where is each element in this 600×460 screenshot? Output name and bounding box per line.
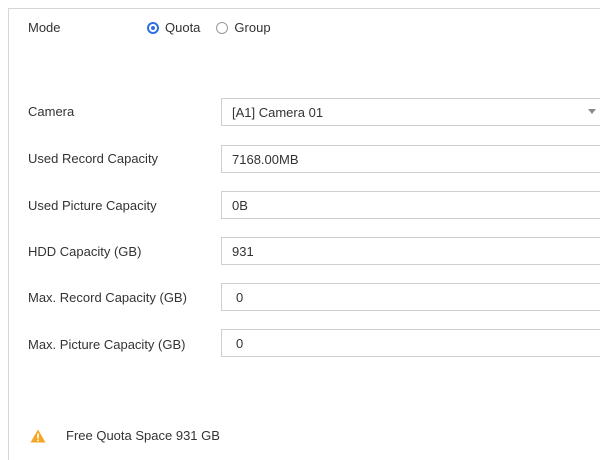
free-quota-notice: Free Quota Space 931 GB [30,428,220,443]
used-record-value: 7168.00MB [232,151,299,167]
used-record-field: 7168.00MB [221,145,600,173]
max-record-value: 0 [236,289,244,305]
used-picture-label: Used Picture Capacity [28,198,157,213]
used-picture-field: 0B [221,191,600,219]
chevron-down-icon [588,109,596,114]
max-record-label: Max. Record Capacity (GB) [28,290,187,305]
hdd-capacity-label: HDD Capacity (GB) [28,244,142,259]
warning-icon [30,429,46,442]
radio-checked-icon [147,21,159,34]
max-record-input[interactable]: 0 [221,283,600,311]
mode-group-label: Group [234,20,271,35]
mode-quota-radio[interactable]: Quota [147,20,200,35]
mode-radio-group: Quota Group [147,20,287,35]
mode-label: Mode [28,20,61,35]
radio-unchecked-icon [216,21,229,34]
hdd-capacity-value: 931 [232,243,254,259]
max-picture-value: 0 [236,335,244,351]
camera-select-value: [A1] Camera 01 [232,104,324,120]
mode-group-radio[interactable]: Group [216,20,271,35]
mode-quota-label: Quota [165,20,201,35]
camera-label: Camera [28,104,75,119]
max-picture-label: Max. Picture Capacity (GB) [28,337,186,352]
used-record-label: Used Record Capacity [28,151,159,166]
free-quota-text: Free Quota Space 931 GB [66,428,220,443]
storage-quota-panel [8,8,600,460]
max-picture-input[interactable]: 0 [221,329,600,357]
used-picture-value: 0B [232,197,248,213]
camera-select[interactable]: [A1] Camera 01 [221,98,600,126]
hdd-capacity-field: 931 [221,237,600,265]
